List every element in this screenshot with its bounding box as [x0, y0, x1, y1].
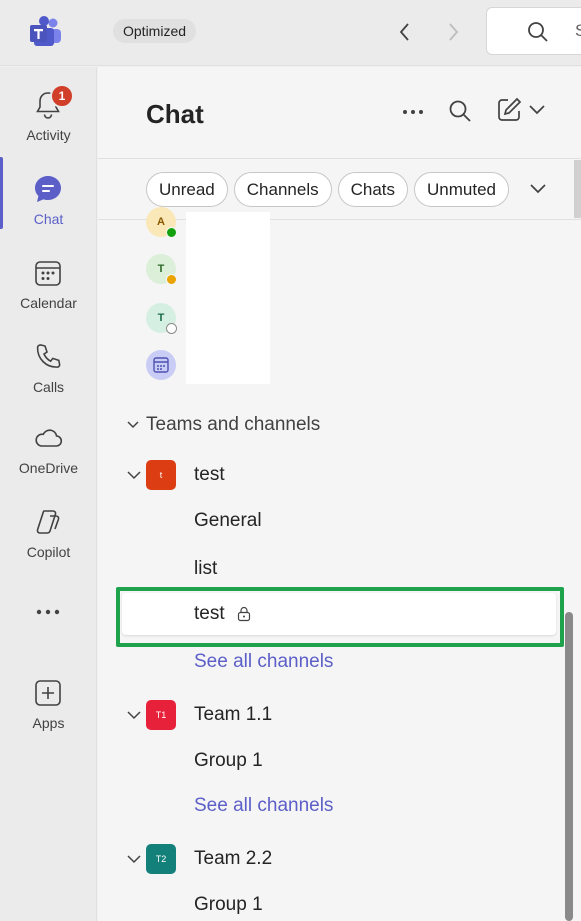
scrollbar-track [574, 160, 581, 218]
global-search-input[interactable]: S [486, 7, 581, 55]
notification-badge: 1 [50, 84, 74, 108]
section-label: Teams and channels [146, 414, 321, 435]
more-options-icon[interactable] [400, 102, 426, 122]
channel-name: test [194, 603, 225, 624]
chevron-down-icon [127, 855, 141, 864]
channel-test-selected[interactable]: test [122, 593, 556, 635]
calendar-icon [35, 261, 61, 286]
chevron-down-icon[interactable] [529, 182, 547, 196]
rail-label: Activity [26, 127, 71, 143]
page-title: Chat [146, 99, 204, 129]
team-row-team-2-2[interactable]: T2 Team 2.2 [126, 843, 272, 875]
team-avatar: T2 [146, 844, 176, 874]
filter-unmuted[interactable]: Unmuted [414, 172, 509, 207]
lock-icon [237, 606, 251, 622]
team-avatar: T1 [146, 700, 176, 730]
search-icon[interactable] [448, 99, 472, 123]
chat-panel: Chat Unread Channels Chats Unmuted A T T… [98, 67, 581, 921]
back-button[interactable] [392, 18, 418, 46]
filter-bar: Unread Channels Chats Unmuted [146, 172, 509, 208]
rail-label: OneDrive [18, 460, 79, 476]
rail-item-copilot[interactable]: Copilot [0, 492, 97, 572]
chevron-left-icon [399, 23, 409, 41]
channel-general[interactable]: General [194, 510, 262, 532]
chat-list-item[interactable]: T [146, 303, 186, 337]
see-all-channels-link[interactable]: See all channels [194, 651, 333, 673]
rail-label: Calendar [20, 295, 77, 311]
chevron-down-icon [127, 471, 141, 480]
rail-item-calls[interactable]: Calls [0, 327, 97, 407]
search-icon [528, 22, 548, 42]
status-available-icon [166, 227, 177, 238]
status-offline-icon [166, 323, 177, 334]
channel-group-1[interactable]: Group 1 [194, 750, 263, 772]
chat-list-item[interactable]: T [146, 254, 186, 288]
chevron-down-icon [127, 711, 141, 720]
app-bar: 1 Activity Chat Calendar Calls OneDrive … [0, 67, 97, 921]
chat-list-item[interactable]: A [146, 207, 186, 241]
chat-list-item[interactable] [146, 350, 186, 384]
team-avatar: t [146, 460, 176, 490]
rail-item-onedrive[interactable]: OneDrive [0, 408, 97, 488]
rail-label: Calls [32, 379, 65, 395]
rail-label: Chat [33, 211, 64, 227]
team-row-team-1-1[interactable]: T1 Team 1.1 [126, 699, 272, 731]
copilot-icon [36, 510, 60, 534]
status-away-icon [166, 274, 177, 285]
divider [98, 158, 581, 159]
team-name: test [194, 464, 225, 485]
filter-chats[interactable]: Chats [337, 172, 409, 207]
team-name: Team 1.1 [194, 704, 273, 725]
chevron-down-icon [127, 421, 139, 429]
filter-unread[interactable]: Unread [146, 172, 228, 207]
rail-label: Copilot [26, 544, 71, 560]
rail-item-chat[interactable]: Chat [0, 159, 97, 239]
forward-button[interactable] [440, 18, 466, 46]
redacted-names [186, 212, 270, 384]
chat-icon [35, 176, 61, 202]
teams-logo-icon[interactable] [28, 14, 64, 50]
title-bar: Optimized S [0, 0, 581, 66]
phone-icon [36, 344, 61, 368]
rail-label: Apps [32, 715, 65, 731]
rail-item-activity[interactable]: 1 Activity [0, 75, 97, 155]
new-chat-icon[interactable] [496, 97, 522, 123]
calendar-meeting-icon [146, 350, 176, 380]
team-name: Team 2.2 [194, 848, 273, 869]
more-apps-icon[interactable] [34, 602, 62, 622]
rail-item-apps[interactable]: Apps [0, 663, 97, 743]
team-row-test[interactable]: t test [126, 459, 225, 491]
add-apps-icon [35, 680, 61, 706]
optimized-badge: Optimized [113, 19, 197, 43]
channel-group-1[interactable]: Group 1 [194, 894, 263, 916]
see-all-channels-link[interactable]: See all channels [194, 795, 333, 817]
channel-list[interactable]: list [194, 558, 217, 580]
search-placeholder: S [575, 21, 581, 40]
chevron-right-icon [449, 23, 459, 41]
chevron-down-icon[interactable] [528, 103, 546, 117]
teams-section-header[interactable]: Teams and channels [126, 411, 320, 439]
filter-channels[interactable]: Channels [233, 172, 332, 207]
rail-item-calendar[interactable]: Calendar [0, 243, 97, 323]
cloud-icon [35, 429, 63, 447]
scrollbar-thumb[interactable] [565, 612, 573, 921]
